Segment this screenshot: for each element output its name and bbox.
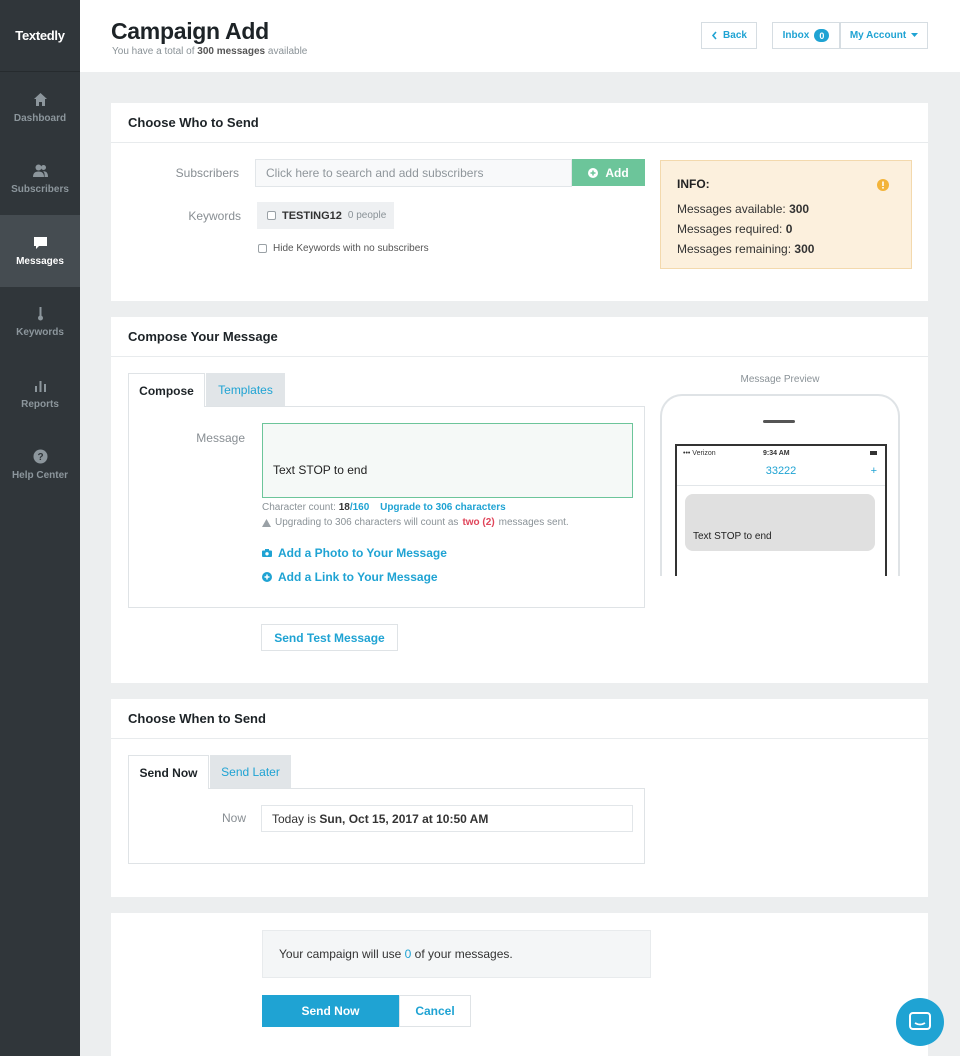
phone-preview: ••• Verizon 9:34 AM 33222 + Text STOP to… [660, 394, 900, 576]
info-box: INFO: Messages available: 300 Messages r… [660, 160, 912, 269]
card-title: Choose When to Send [111, 699, 928, 739]
sidebar-item-subscribers[interactable]: Subscribers [0, 144, 80, 216]
add-link-link[interactable]: Add a Link to Your Message [262, 570, 438, 584]
message-preview-label: Message Preview [660, 374, 900, 385]
sidebar-item-label: Help Center [12, 470, 68, 481]
subscribers-search-input[interactable]: Click here to search and add subscribers [255, 159, 572, 187]
users-icon [33, 163, 48, 178]
add-subscribers-button[interactable]: Add [572, 159, 645, 186]
sidebar-item-messages[interactable]: Messages [0, 215, 80, 287]
svg-text:?: ? [37, 452, 43, 463]
sidebar-item-label: Subscribers [11, 184, 69, 195]
sidebar-item-label: Keywords [16, 327, 64, 338]
help-icon: ? [33, 449, 48, 464]
my-account-dropdown[interactable]: My Account [840, 22, 928, 49]
page-title: Campaign Add [111, 18, 269, 45]
phone-header: 33222 + [677, 462, 885, 486]
warning-icon [877, 179, 889, 191]
send-now-panel: Now Today is Sun, Oct 15, 2017 at 10:50 … [128, 788, 645, 864]
send-test-message-button[interactable]: Send Test Message [261, 624, 398, 651]
chat-widget-button[interactable] [896, 998, 944, 1046]
card-title: Compose Your Message [111, 317, 928, 357]
keywords-label: Keywords [131, 209, 241, 223]
caret-down-icon [911, 33, 918, 38]
messages-remaining: Messages remaining: 300 [677, 239, 814, 259]
sidebar: Textedly Dashboard Subscribers Messages Key… [0, 0, 80, 1056]
checkbox[interactable] [267, 211, 276, 220]
cancel-button[interactable]: Cancel [399, 995, 471, 1027]
message-textarea[interactable]: Text STOP to end [262, 423, 633, 498]
tab-templates[interactable]: Templates [206, 373, 285, 406]
sidebar-item-label: Messages [16, 256, 64, 267]
back-button[interactable]: Back [701, 22, 757, 49]
subscribers-label: Subscribers [131, 166, 239, 180]
bar-chart-icon [33, 378, 48, 393]
chevron-left-icon [711, 31, 718, 40]
plus-circle-icon [262, 572, 272, 582]
upgrade-warning: Upgrading to 306 characters will count a… [262, 517, 569, 528]
phone-speaker [763, 420, 795, 423]
sidebar-item-label: Reports [21, 399, 59, 410]
character-count: Character count: 18/160 Upgrade to 306 c… [262, 502, 506, 513]
chat-bubble-icon [909, 1012, 931, 1032]
compose-card: Compose Your Message Compose Templates M… [111, 317, 928, 683]
sidebar-item-help-center[interactable]: ? Help Center [0, 430, 80, 502]
page-subtitle: You have a total of 300 messages availab… [112, 46, 307, 57]
info-lines: Messages available: 300 Messages require… [677, 199, 814, 259]
logo[interactable]: Textedly [0, 0, 80, 72]
sidebar-item-label: Dashboard [14, 113, 66, 124]
top-bar: Campaign Add You have a total of 300 mes… [80, 0, 960, 72]
info-title: INFO: [677, 177, 710, 191]
messages-required: Messages required: 0 [677, 219, 814, 239]
hide-keywords-toggle[interactable]: Hide Keywords with no subscribers [258, 243, 429, 254]
card-title: Choose Who to Send [111, 103, 928, 143]
plus-circle-icon [588, 168, 598, 178]
inbox-count-badge: 0 [814, 29, 829, 42]
tab-send-later[interactable]: Send Later [210, 755, 291, 788]
sidebar-item-dashboard[interactable]: Dashboard [0, 72, 80, 144]
key-icon [33, 306, 48, 321]
chat-icon [33, 235, 48, 250]
carrier-label: ••• Verizon [683, 450, 716, 457]
checkbox[interactable] [258, 244, 267, 253]
new-message-icon: + [871, 465, 877, 477]
keyword-checkbox-testing12[interactable]: TESTING12 0 people [257, 202, 394, 229]
inbox-button[interactable]: Inbox 0 [772, 22, 840, 49]
warning-triangle-icon [262, 519, 271, 527]
messages-available: Messages available: 300 [677, 199, 814, 219]
compose-panel: Message Text STOP to end Character count… [128, 406, 645, 608]
submit-card: Your campaign will use 0 of your message… [111, 913, 928, 1056]
home-icon [33, 92, 48, 107]
current-datetime-field: Today is Sun, Oct 15, 2017 at 10:50 AM [261, 805, 633, 832]
upgrade-characters-link[interactable]: Upgrade to 306 characters [380, 502, 506, 513]
tab-compose[interactable]: Compose [128, 373, 205, 407]
add-photo-link[interactable]: Add a Photo to Your Message [262, 546, 447, 560]
sidebar-item-reports[interactable]: Reports [0, 358, 80, 430]
message-label: Message [139, 431, 245, 445]
choose-who-card: Choose Who to Send Subscribers Click her… [111, 103, 928, 301]
now-label: Now [139, 811, 246, 825]
camera-icon [262, 549, 272, 557]
battery-icon [870, 451, 877, 455]
tab-send-now[interactable]: Send Now [128, 755, 209, 789]
short-code: 33222 [677, 465, 885, 477]
sidebar-item-keywords[interactable]: Keywords [0, 287, 80, 359]
phone-screen: ••• Verizon 9:34 AM 33222 + Text STOP to… [675, 444, 887, 576]
usage-summary: Your campaign will use 0 of your message… [262, 930, 651, 978]
choose-when-card: Choose When to Send Send Now Send Later … [111, 699, 928, 897]
message-bubble: Text STOP to end [685, 494, 875, 551]
send-now-button[interactable]: Send Now [262, 995, 399, 1027]
phone-time: 9:34 AM [763, 450, 790, 457]
